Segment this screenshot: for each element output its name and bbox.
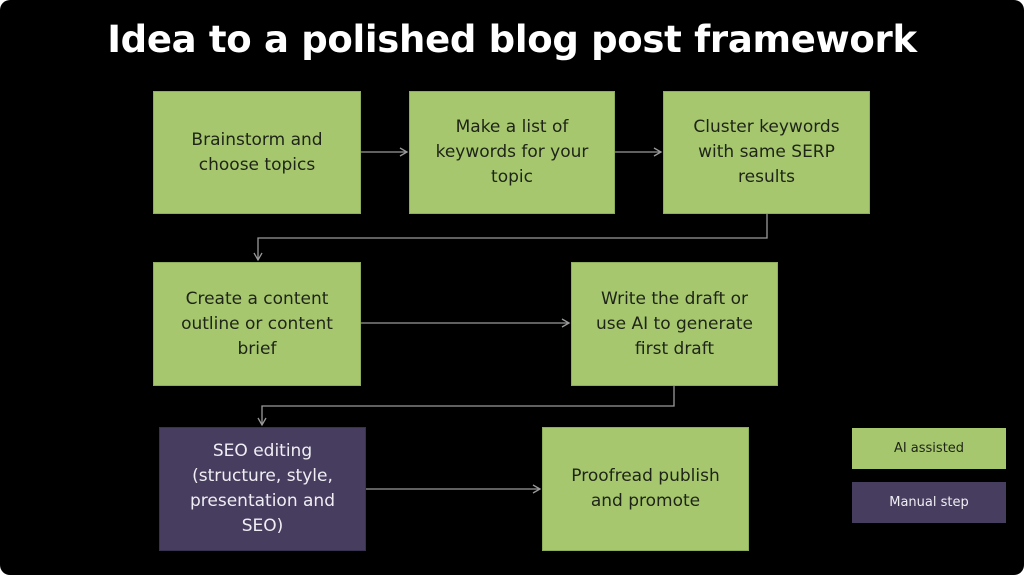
step-label: Write the draft or use AI to generate fi… [595, 288, 754, 359]
legend-manual-step: Manual step [852, 482, 1006, 523]
legend-label: AI assisted [893, 441, 965, 456]
legend-label: Manual step [889, 495, 969, 510]
step-cluster: Cluster keywords with same SERP results [663, 91, 870, 214]
step-label: SEO editing (structure, style, presentat… [190, 441, 335, 536]
legend-ai-assisted: AI assisted [852, 428, 1006, 469]
step-label: Make a list of keywords for your topic [435, 117, 589, 187]
arrow-draft-to-seo [257, 386, 675, 427]
diagram-canvas: Idea to a polished blog post framework B… [0, 0, 1024, 575]
step-seo-editing: SEO editing (structure, style, presentat… [159, 427, 366, 551]
step-label: Brainstorm and choose topics [191, 129, 323, 175]
step-outline: Create a content outline or content brie… [153, 262, 361, 386]
arrow-cluster-to-outline [253, 214, 768, 262]
step-draft: Write the draft or use AI to generate fi… [571, 262, 778, 386]
step-label: Proofread publish and promote [571, 466, 720, 511]
step-keywords: Make a list of keywords for your topic [409, 91, 615, 214]
diagram-title: Idea to a polished blog post framework [107, 18, 917, 61]
step-publish: Proofread publish and promote [542, 427, 749, 551]
step-label: Cluster keywords with same SERP results [693, 117, 840, 187]
step-brainstorm: Brainstorm and choose topics [153, 91, 361, 214]
step-label: Create a content outline or content brie… [181, 288, 333, 359]
